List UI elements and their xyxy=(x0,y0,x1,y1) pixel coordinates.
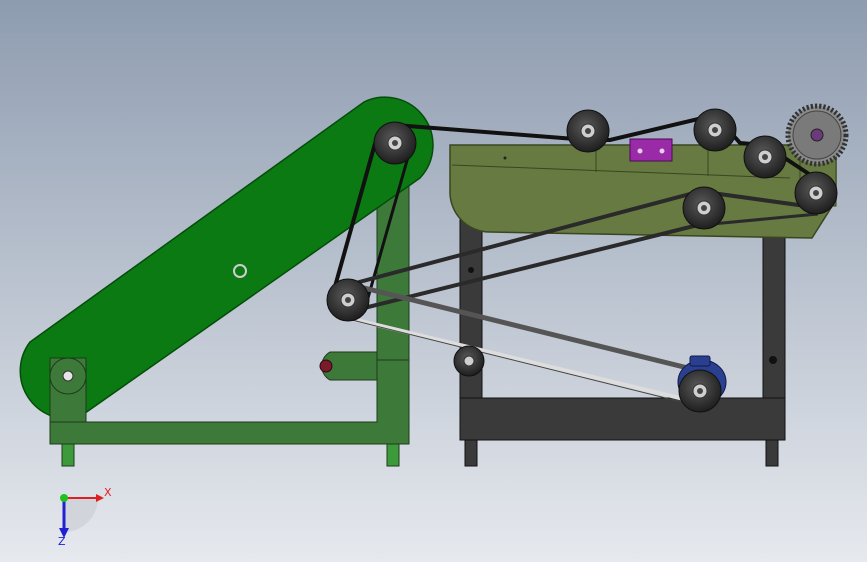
stand-hole-right xyxy=(769,356,777,364)
pulley-middle[interactable] xyxy=(682,186,726,230)
pulley-top-2[interactable] xyxy=(693,108,737,152)
conveyor-tail-pulley-axle xyxy=(62,370,74,382)
stand-hole-left xyxy=(468,267,474,273)
cad-viewport[interactable]: X Z xyxy=(0,0,867,562)
triad-y-axis xyxy=(60,494,68,502)
drive-gear[interactable] xyxy=(785,103,849,167)
pulley-motor[interactable] xyxy=(678,369,722,413)
housing-mark xyxy=(503,156,507,160)
triad-z-label: Z xyxy=(58,535,66,548)
stand-leg-1 xyxy=(464,439,478,467)
pulley-top-3[interactable] xyxy=(743,135,787,179)
purple-bracket xyxy=(629,138,673,162)
pulley-idler-lower[interactable] xyxy=(453,345,485,377)
motor-terminal xyxy=(689,355,711,367)
pulley-rear[interactable] xyxy=(794,171,838,215)
conveyor-leg-left xyxy=(61,443,75,467)
triad-x-label: X xyxy=(104,486,112,499)
pulley-top-1[interactable] xyxy=(566,109,610,153)
pulley-conveyor-head[interactable] xyxy=(373,121,417,165)
conveyor-leg-right xyxy=(386,443,400,467)
stand-leg-2 xyxy=(765,439,779,467)
pulley-tensioner-left[interactable] xyxy=(326,278,370,322)
purple-bracket-bolt-1 xyxy=(637,148,643,154)
stand-base-beam xyxy=(459,397,786,441)
purple-bracket-bolt-2 xyxy=(659,148,665,154)
gear-hub xyxy=(810,128,824,142)
bracket-pin xyxy=(319,359,333,373)
